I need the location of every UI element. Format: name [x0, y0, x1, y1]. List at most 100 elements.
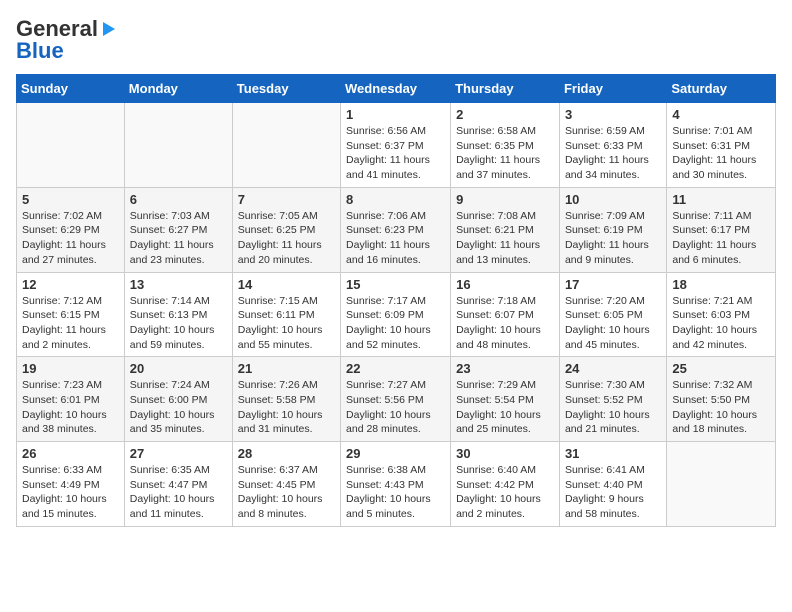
- day-number: 5: [22, 192, 119, 207]
- day-number: 16: [456, 277, 554, 292]
- calendar-cell: 27 Sunrise: 6:35 AM Sunset: 4:47 PM Dayli…: [124, 442, 232, 527]
- day-info: Sunrise: 6:37 AM Sunset: 4:45 PM Dayligh…: [238, 463, 335, 522]
- day-info: Sunrise: 7:02 AM Sunset: 6:29 PM Dayligh…: [22, 209, 119, 268]
- page-header: General Blue: [16, 16, 776, 64]
- calendar-cell: 13 Sunrise: 7:14 AM Sunset: 6:13 PM Dayli…: [124, 272, 232, 357]
- day-info: Sunrise: 7:05 AM Sunset: 6:25 PM Dayligh…: [238, 209, 335, 268]
- col-header-thursday: Thursday: [451, 75, 560, 103]
- calendar-cell: 5 Sunrise: 7:02 AM Sunset: 6:29 PM Daylig…: [17, 187, 125, 272]
- calendar-cell: 15Sunrise: 7:17 AM Sunset: 6:09 PM Dayli…: [341, 272, 451, 357]
- day-number: 27: [130, 446, 227, 461]
- calendar-cell: 28 Sunrise: 6:37 AM Sunset: 4:45 PM Dayli…: [232, 442, 340, 527]
- day-number: 23: [456, 361, 554, 376]
- calendar-week-row: 26Sunrise: 6:33 AM Sunset: 4:49 PM Dayli…: [17, 442, 776, 527]
- day-number: 18: [672, 277, 770, 292]
- calendar-cell: 20Sunrise: 7:24 AM Sunset: 6:00 PM Dayli…: [124, 357, 232, 442]
- day-info: Sunrise: 7:03 AM Sunset: 6:27 PM Dayligh…: [130, 209, 227, 268]
- col-header-monday: Monday: [124, 75, 232, 103]
- calendar-cell: 29 Sunrise: 6:38 AM Sunset: 4:43 PM Dayli…: [341, 442, 451, 527]
- calendar-cell: [17, 103, 125, 188]
- calendar-cell: 19Sunrise: 7:23 AM Sunset: 6:01 PM Dayli…: [17, 357, 125, 442]
- col-header-wednesday: Wednesday: [341, 75, 451, 103]
- calendar-cell: 11 Sunrise: 7:11 AM Sunset: 6:17 PM Dayli…: [667, 187, 776, 272]
- day-info: Sunrise: 7:21 AM Sunset: 6:03 PM Dayligh…: [672, 294, 770, 353]
- day-info: Sunrise: 7:08 AM Sunset: 6:21 PM Dayligh…: [456, 209, 554, 268]
- day-info: Sunrise: 7:27 AM Sunset: 5:56 PM Dayligh…: [346, 378, 445, 437]
- day-info: Sunrise: 7:20 AM Sunset: 6:05 PM Dayligh…: [565, 294, 661, 353]
- day-number: 13: [130, 277, 227, 292]
- day-info: Sunrise: 6:38 AM Sunset: 4:43 PM Dayligh…: [346, 463, 445, 522]
- calendar-cell: 23 Sunrise: 7:29 AM Sunset: 5:54 PM Dayli…: [451, 357, 560, 442]
- calendar-cell: [667, 442, 776, 527]
- calendar-cell: 7 Sunrise: 7:05 AM Sunset: 6:25 PM Daylig…: [232, 187, 340, 272]
- col-header-saturday: Saturday: [667, 75, 776, 103]
- calendar-week-row: 12Sunrise: 7:12 AM Sunset: 6:15 PM Dayli…: [17, 272, 776, 357]
- calendar-cell: 30Sunrise: 6:40 AM Sunset: 4:42 PM Dayli…: [451, 442, 560, 527]
- calendar-cell: 21 Sunrise: 7:26 AM Sunset: 5:58 PM Dayli…: [232, 357, 340, 442]
- calendar-table: SundayMondayTuesdayWednesdayThursdayFrid…: [16, 74, 776, 527]
- day-info: Sunrise: 7:11 AM Sunset: 6:17 PM Dayligh…: [672, 209, 770, 268]
- day-number: 8: [346, 192, 445, 207]
- calendar-cell: 31 Sunrise: 6:41 AM Sunset: 4:40 PM Dayli…: [559, 442, 666, 527]
- day-info: Sunrise: 7:26 AM Sunset: 5:58 PM Dayligh…: [238, 378, 335, 437]
- day-number: 14: [238, 277, 335, 292]
- day-number: 20: [130, 361, 227, 376]
- day-info: Sunrise: 7:30 AM Sunset: 5:52 PM Dayligh…: [565, 378, 661, 437]
- calendar-cell: 18 Sunrise: 7:21 AM Sunset: 6:03 PM Dayli…: [667, 272, 776, 357]
- calendar-cell: 24 Sunrise: 7:30 AM Sunset: 5:52 PM Dayli…: [559, 357, 666, 442]
- day-number: 25: [672, 361, 770, 376]
- day-info: Sunrise: 7:32 AM Sunset: 5:50 PM Dayligh…: [672, 378, 770, 437]
- logo-arrow-icon: [99, 20, 117, 38]
- day-info: Sunrise: 6:41 AM Sunset: 4:40 PM Dayligh…: [565, 463, 661, 522]
- day-number: 7: [238, 192, 335, 207]
- day-number: 24: [565, 361, 661, 376]
- logo: General Blue: [16, 16, 118, 64]
- col-header-sunday: Sunday: [17, 75, 125, 103]
- calendar-cell: 10 Sunrise: 7:09 AM Sunset: 6:19 PM Dayli…: [559, 187, 666, 272]
- calendar-week-row: 5 Sunrise: 7:02 AM Sunset: 6:29 PM Daylig…: [17, 187, 776, 272]
- day-info: Sunrise: 7:29 AM Sunset: 5:54 PM Dayligh…: [456, 378, 554, 437]
- logo-blue: Blue: [16, 38, 64, 64]
- day-number: 6: [130, 192, 227, 207]
- day-number: 29: [346, 446, 445, 461]
- day-info: Sunrise: 6:40 AM Sunset: 4:42 PM Dayligh…: [456, 463, 554, 522]
- day-info: Sunrise: 6:35 AM Sunset: 4:47 PM Dayligh…: [130, 463, 227, 522]
- day-number: 1: [346, 107, 445, 122]
- calendar-cell: 4Sunrise: 7:01 AM Sunset: 6:31 PM Daylig…: [667, 103, 776, 188]
- calendar-cell: 26Sunrise: 6:33 AM Sunset: 4:49 PM Dayli…: [17, 442, 125, 527]
- day-number: 11: [672, 192, 770, 207]
- day-number: 9: [456, 192, 554, 207]
- col-header-friday: Friday: [559, 75, 666, 103]
- calendar-header-row: SundayMondayTuesdayWednesdayThursdayFrid…: [17, 75, 776, 103]
- calendar-cell: 17 Sunrise: 7:20 AM Sunset: 6:05 PM Dayli…: [559, 272, 666, 357]
- calendar-week-row: 19Sunrise: 7:23 AM Sunset: 6:01 PM Dayli…: [17, 357, 776, 442]
- day-info: Sunrise: 7:18 AM Sunset: 6:07 PM Dayligh…: [456, 294, 554, 353]
- day-number: 12: [22, 277, 119, 292]
- calendar-cell: 25 Sunrise: 7:32 AM Sunset: 5:50 PM Dayli…: [667, 357, 776, 442]
- day-info: Sunrise: 7:17 AM Sunset: 6:09 PM Dayligh…: [346, 294, 445, 353]
- calendar-cell: [232, 103, 340, 188]
- day-number: 4: [672, 107, 770, 122]
- calendar-cell: 8Sunrise: 7:06 AM Sunset: 6:23 PM Daylig…: [341, 187, 451, 272]
- calendar-cell: [124, 103, 232, 188]
- day-info: Sunrise: 6:59 AM Sunset: 6:33 PM Dayligh…: [565, 124, 661, 183]
- calendar-cell: 6 Sunrise: 7:03 AM Sunset: 6:27 PM Daylig…: [124, 187, 232, 272]
- calendar-cell: 22Sunrise: 7:27 AM Sunset: 5:56 PM Dayli…: [341, 357, 451, 442]
- day-number: 28: [238, 446, 335, 461]
- day-number: 10: [565, 192, 661, 207]
- calendar-cell: 14Sunrise: 7:15 AM Sunset: 6:11 PM Dayli…: [232, 272, 340, 357]
- calendar-cell: 3Sunrise: 6:59 AM Sunset: 6:33 PM Daylig…: [559, 103, 666, 188]
- calendar-cell: 9 Sunrise: 7:08 AM Sunset: 6:21 PM Daylig…: [451, 187, 560, 272]
- calendar-cell: 16 Sunrise: 7:18 AM Sunset: 6:07 PM Dayli…: [451, 272, 560, 357]
- day-info: Sunrise: 7:09 AM Sunset: 6:19 PM Dayligh…: [565, 209, 661, 268]
- day-number: 31: [565, 446, 661, 461]
- day-info: Sunrise: 6:33 AM Sunset: 4:49 PM Dayligh…: [22, 463, 119, 522]
- day-info: Sunrise: 7:14 AM Sunset: 6:13 PM Dayligh…: [130, 294, 227, 353]
- calendar-cell: 2 Sunrise: 6:58 AM Sunset: 6:35 PM Daylig…: [451, 103, 560, 188]
- day-info: Sunrise: 6:56 AM Sunset: 6:37 PM Dayligh…: [346, 124, 445, 183]
- day-number: 17: [565, 277, 661, 292]
- day-number: 2: [456, 107, 554, 122]
- day-info: Sunrise: 6:58 AM Sunset: 6:35 PM Dayligh…: [456, 124, 554, 183]
- day-number: 21: [238, 361, 335, 376]
- calendar-cell: 12Sunrise: 7:12 AM Sunset: 6:15 PM Dayli…: [17, 272, 125, 357]
